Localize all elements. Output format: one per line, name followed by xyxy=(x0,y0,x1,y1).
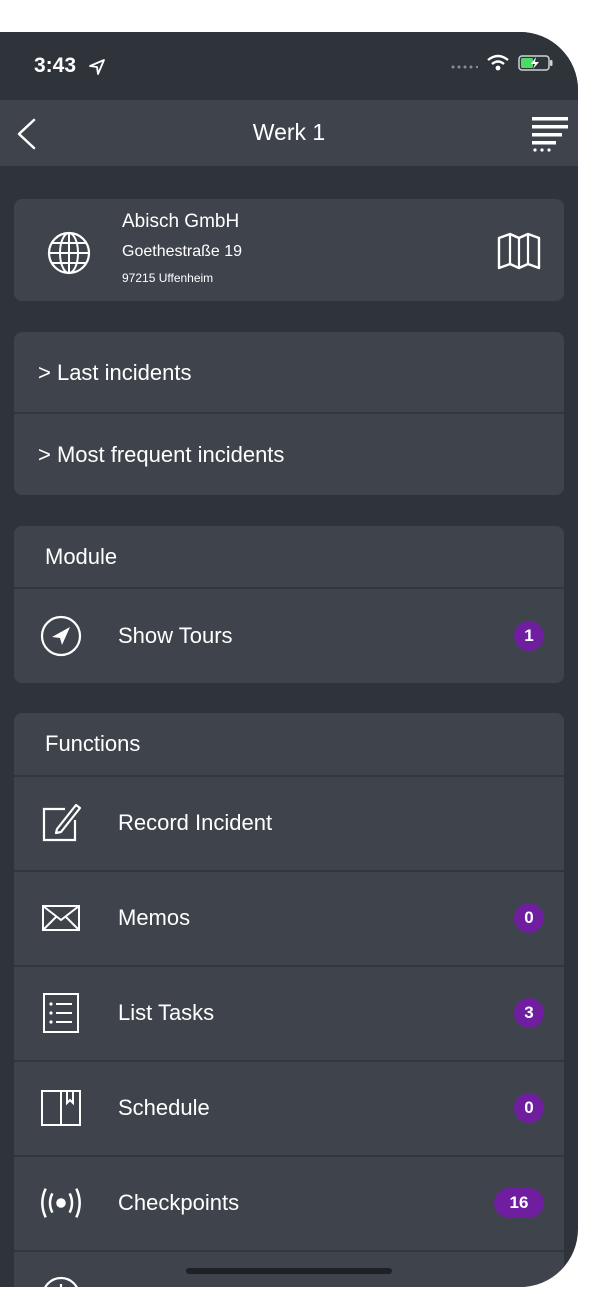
memos-label: Memos xyxy=(118,905,191,930)
list-tasks-row[interactable]: List Tasks 3 xyxy=(14,965,564,1060)
status-time: 3:43 xyxy=(34,54,77,77)
company-name: Abisch GmbH xyxy=(122,211,240,232)
map-icon[interactable] xyxy=(496,232,542,275)
page-title: Werk 1 xyxy=(252,119,326,145)
record-incident-row[interactable]: Record Incident xyxy=(14,775,564,870)
phone-screen: 3:43 Werk 1 Abisch GmbH Goethestraße 19 … xyxy=(0,32,578,1287)
location-arrow-icon xyxy=(88,58,106,81)
module-heading: Module xyxy=(45,544,118,569)
edit-icon xyxy=(38,801,84,845)
list-tasks-label: List Tasks xyxy=(118,1000,215,1025)
schedule-row[interactable]: Schedule 0 xyxy=(14,1060,564,1155)
show-tours-label: Show Tours xyxy=(118,623,233,648)
signal-dots-icon xyxy=(450,57,479,75)
functions-card: Functions Record Incident Memos 0 List T… xyxy=(14,713,564,1287)
schedule-label: Schedule xyxy=(118,1095,210,1120)
last-incidents-row[interactable]: > Last incidents xyxy=(14,332,564,412)
envelope-icon xyxy=(38,900,84,936)
globe-icon xyxy=(46,230,92,281)
address-street: Goethestraße 19 xyxy=(122,243,243,260)
list-tasks-badge: 3 xyxy=(514,998,544,1028)
memos-row[interactable]: Memos 0 xyxy=(14,870,564,965)
address-city: 97215 Uffenheim xyxy=(122,271,214,285)
status-bar: 3:43 xyxy=(0,32,578,100)
last-incidents-label: > Last incidents xyxy=(38,360,192,385)
most-frequent-incidents-label: > Most frequent incidents xyxy=(38,442,285,467)
broadcast-icon xyxy=(38,1183,84,1223)
address-card[interactable]: Abisch GmbH Goethestraße 19 97215 Uffenh… xyxy=(14,199,564,301)
list-icon xyxy=(38,991,84,1035)
checkpoints-row[interactable]: Checkpoints 16 xyxy=(14,1155,564,1250)
clock-icon xyxy=(38,1274,84,1287)
menu-icon[interactable] xyxy=(530,113,570,158)
navigation-bar: Werk 1 xyxy=(0,100,578,166)
home-indicator xyxy=(186,1268,392,1274)
most-frequent-incidents-row[interactable]: > Most frequent incidents xyxy=(14,412,564,495)
module-header: Module xyxy=(14,526,564,587)
record-incident-label: Record Incident xyxy=(118,810,273,835)
navigation-icon xyxy=(38,614,84,658)
checkpoints-badge: 16 xyxy=(494,1188,544,1218)
incidents-card: > Last incidents > Most frequent inciden… xyxy=(14,332,564,495)
module-card: Module Show Tours 1 xyxy=(14,526,564,683)
functions-header: Functions xyxy=(14,713,564,775)
book-icon xyxy=(38,1086,84,1130)
battery-charging-icon xyxy=(518,54,554,77)
memos-badge: 0 xyxy=(514,903,544,933)
checkpoints-label: Checkpoints xyxy=(118,1190,240,1215)
show-tours-row[interactable]: Show Tours 1 xyxy=(14,587,564,683)
show-tours-badge: 1 xyxy=(514,621,544,651)
schedule-badge: 0 xyxy=(514,1093,544,1123)
functions-heading: Functions xyxy=(45,731,141,756)
wifi-icon xyxy=(486,54,510,77)
